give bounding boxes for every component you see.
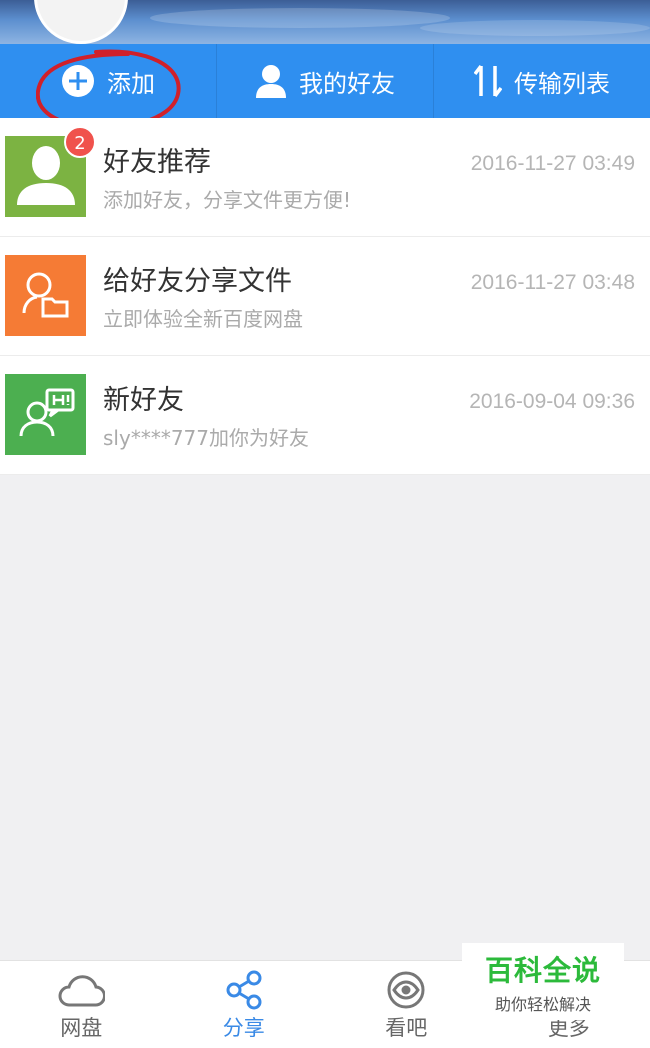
add-label: 添加 [107,64,155,99]
transfer-arrows-icon [474,64,502,98]
my-friends-label: 我的好友 [299,64,395,99]
plus-circle-icon [61,64,95,98]
message-title: 好友推荐 [103,140,211,179]
list-item-friend-recommend[interactable]: 2 好友推荐 添加好友，分享文件更方便! 2016-11-27 03:49 [0,118,650,237]
tab-netdisk[interactable]: 网盘 [0,961,163,1048]
watermark-logo: 百科全说 助你轻松解决 [462,943,624,1020]
tab-label: 分享 [223,1012,265,1042]
share-icon [226,968,262,1012]
list-item-share-files[interactable]: 给好友分享文件 立即体验全新百度网盘 2016-11-27 03:48 [0,237,650,356]
cloud-icon [57,968,105,1012]
transfer-list-button[interactable]: 传输列表 [434,44,650,118]
share-folder-icon [21,269,71,323]
watermark-subtitle: 助你轻松解决 [495,991,591,1015]
eye-icon [386,968,426,1012]
message-subtitle: 添加好友，分享文件更方便! [103,184,351,213]
message-subtitle: sly****777加你为好友 [103,422,309,451]
tab-label: 网盘 [60,1012,102,1042]
message-title: 给好友分享文件 [103,259,292,298]
add-button[interactable]: 添加 [0,44,217,118]
my-friends-button[interactable]: 我的好友 [217,44,434,118]
unread-badge: 2 [64,126,96,158]
action-bar: 添加 我的好友 传输列表 [0,44,650,118]
message-subtitle: 立即体验全新百度网盘 [103,303,303,332]
message-title: 新好友 [103,378,184,417]
new-friend-thumb [5,374,86,455]
message-time: 2016-11-27 03:49 [471,152,635,176]
message-time: 2016-09-04 09:36 [469,390,635,414]
transfer-list-label: 传输列表 [514,64,610,99]
watermark-title: 百科全说 [485,949,601,989]
tab-label: 看吧 [385,1012,427,1042]
share-files-thumb [5,255,86,336]
person-icon [255,64,287,98]
list-item-new-friend[interactable]: 新好友 sly****777加你为好友 2016-09-04 09:36 [0,356,650,475]
message-time: 2016-11-27 03:48 [471,271,635,295]
message-list: 2 好友推荐 添加好友，分享文件更方便! 2016-11-27 03:49 给好… [0,118,650,475]
tab-share[interactable]: 分享 [163,961,326,1048]
new-friend-icon [17,388,75,442]
